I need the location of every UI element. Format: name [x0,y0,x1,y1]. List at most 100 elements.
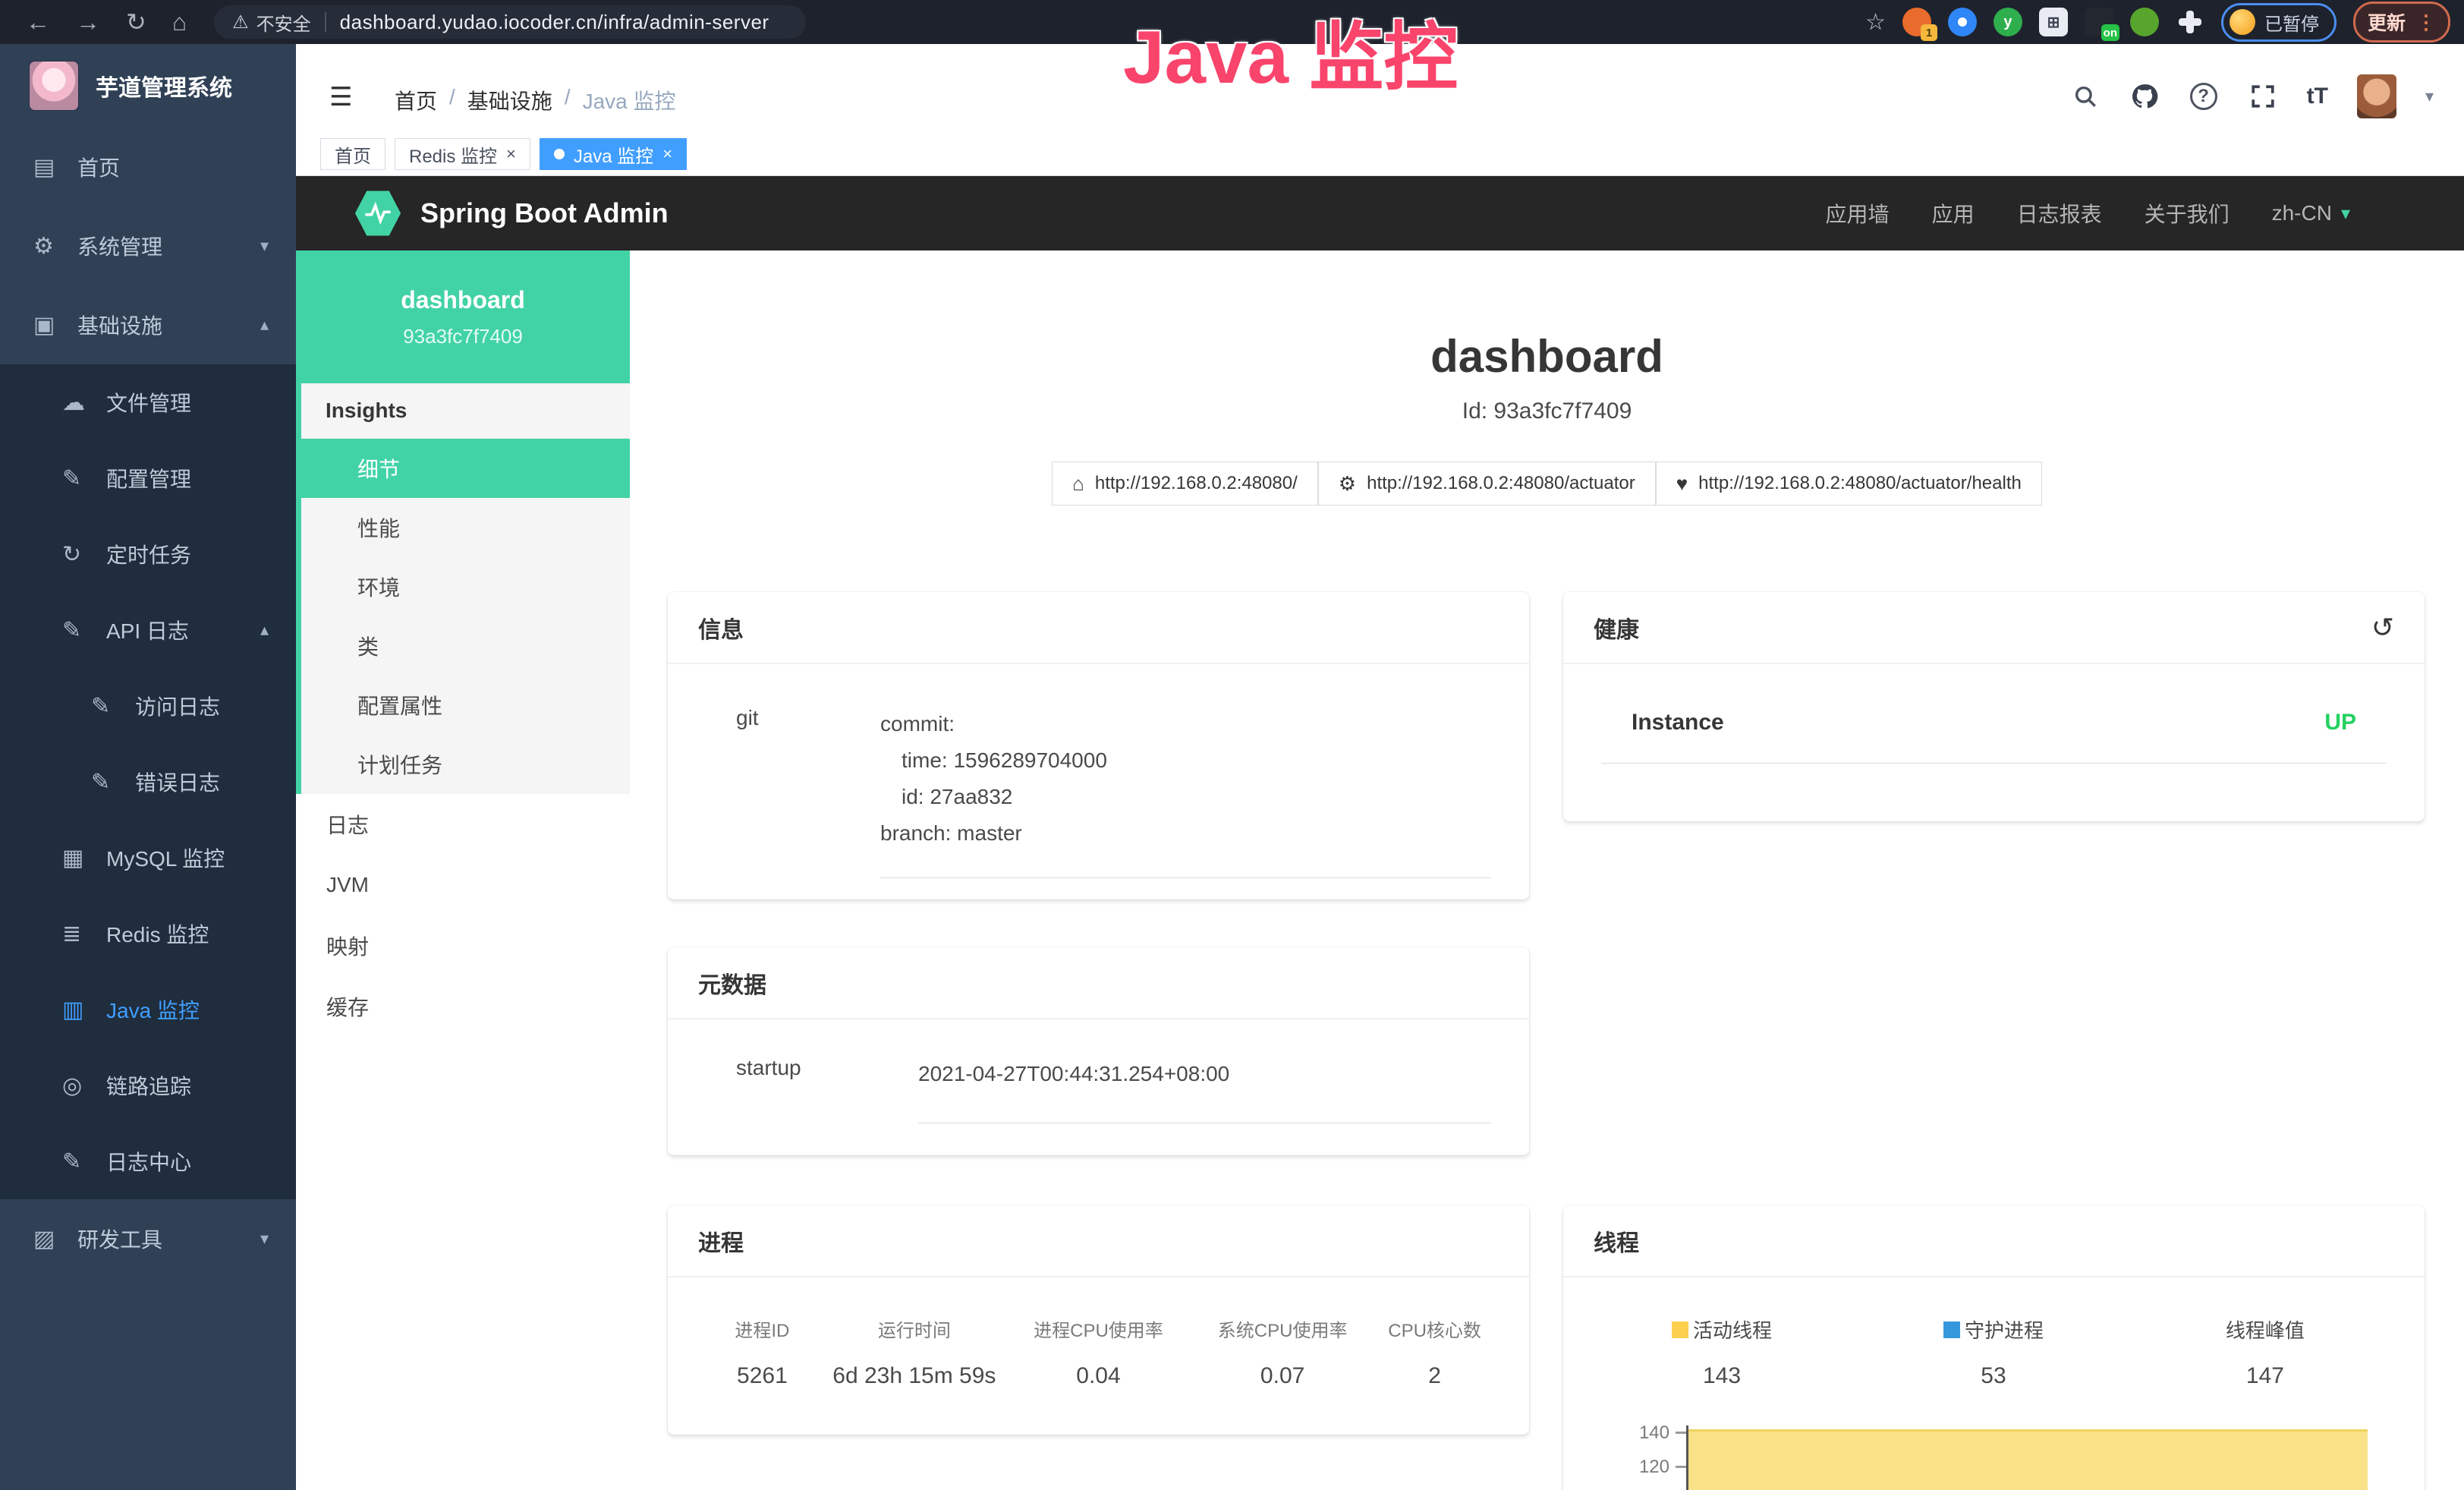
sidebar-item-apilog[interactable]: ✎ API 日志 ▴ [0,592,296,668]
legend-peak-threads[interactable]: 线程峰值 147 [2129,1315,2401,1389]
extension-y-icon[interactable]: y [1994,8,2022,36]
sba-menu-config-props[interactable]: 配置属性 [301,676,630,735]
extension-switch-icon[interactable]: on [2085,8,2113,36]
sba-brand-title[interactable]: Spring Boot Admin [420,197,669,229]
legend-daemon-threads[interactable]: 守护进程 53 [1858,1315,2129,1389]
tab-home[interactable]: 首页 [320,138,385,170]
sba-menu-environment[interactable]: 环境 [301,557,630,616]
sidebar-label: 基础设施 [77,310,162,340]
sidebar-item-file[interactable]: ☁ 文件管理 [0,364,296,440]
cloud-upload-icon: ☁ [62,389,96,416]
sidebar-label: Java 监控 [106,994,200,1025]
history-icon[interactable]: ↺ [2371,612,2394,644]
sidebar-item-logcenter[interactable]: ✎ 日志中心 [0,1123,296,1199]
avatar-caret-icon[interactable]: ▾ [2425,87,2434,106]
browser-menu-icon[interactable]: ⋮ [2416,11,2436,34]
sidebar-item-system[interactable]: ⚙ 系统管理 ▾ [0,206,296,285]
breadcrumb-infra[interactable]: 基础设施 [467,85,552,115]
browser-forward-icon[interactable]: → [76,10,100,34]
home-icon: ⌂ [1072,472,1084,496]
sba-insights-section: Insights 细节 性能 环境 类 配置属性 计划任务 [296,383,630,794]
sba-menu-details[interactable]: 细节 [301,439,630,498]
tab-java-monitor[interactable]: Java 监控 × [540,138,687,170]
tab-redis-monitor[interactable]: Redis 监控 × [395,138,530,170]
security-label[interactable]: 不安全 [256,9,311,36]
sidebar-label: 错误日志 [135,767,220,797]
sidebar-item-trace[interactable]: ◎ 链路追踪 [0,1047,296,1123]
chevron-down-icon: ▾ [260,1229,269,1249]
legend-label: 线程峰值 [2226,1315,2305,1344]
service-url-button[interactable]: ⌂ http://192.168.0.2:48080/ [1052,461,1318,506]
font-size-icon[interactable]: tT [2307,83,2328,109]
close-icon[interactable]: × [662,144,672,164]
sidebar-item-home[interactable]: ▤ 首页 [0,128,296,206]
close-icon[interactable]: × [506,144,516,164]
user-avatar[interactable] [2357,74,2396,118]
spring-boot-admin-logo-icon[interactable] [354,189,402,238]
metadata-card-title: 元数据 [698,966,766,1000]
sba-menu-caches[interactable]: 缓存 [296,976,630,1037]
sba-nav-applications[interactable]: 应用 [1932,198,1975,228]
sidebar-item-config[interactable]: ✎ 配置管理 [0,440,296,516]
extension-sprout-icon[interactable] [2130,8,2159,36]
sidebar-label: 链路追踪 [106,1070,191,1101]
extension-grid-icon[interactable]: ⊞ [2039,8,2068,36]
browser-reload-icon[interactable]: ↻ [126,10,146,34]
extension-orange-icon[interactable]: 1 [1902,8,1931,36]
threads-legend: 活动线程 143 守护进程 53 线程峰值 147 [1563,1277,2425,1389]
sidebar-item-accesslog[interactable]: ✎ 访问日志 [0,668,296,744]
extensions-puzzle-icon[interactable] [2176,8,2204,36]
help-icon[interactable]: ? [2189,81,2219,112]
git-id-line: id: 27aa832 [880,779,1491,815]
legend-live-threads[interactable]: 活动线程 143 [1586,1315,1858,1389]
browser-home-icon[interactable]: ⌂ [172,10,187,34]
chrome-update-button[interactable]: 更新 ⋮ [2353,2,2450,43]
profile-paused-pill[interactable]: 已暂停 [2221,3,2337,42]
info-card-header: 信息 [668,592,1529,664]
github-icon[interactable] [2129,81,2160,112]
sidebar-item-infra[interactable]: ▣ 基础设施 ▴ [0,285,296,364]
sba-nav-about[interactable]: 关于我们 [2145,198,2230,228]
breadcrumb-home[interactable]: 首页 [395,85,437,115]
service-url: http://192.168.0.2:48080/ [1095,473,1298,494]
git-commit-line: commit: [880,706,1491,742]
search-icon[interactable] [2070,81,2101,112]
sba-language-select[interactable]: zh-CN ▾ [2272,201,2350,225]
actuator-url-button[interactable]: ⚙ http://192.168.0.2:48080/actuator [1318,461,1656,506]
wrench-icon: ⚙ [1339,472,1356,496]
bookmark-star-icon[interactable]: ☆ [1865,9,1886,36]
sidebar-item-devtool[interactable]: ▨ 研发工具 ▾ [0,1199,296,1278]
extension-pin-icon[interactable] [1948,8,1977,36]
log-edit-icon: ✎ [91,769,124,795]
infra-submenu: ☁ 文件管理 ✎ 配置管理 ↻ 定时任务 ✎ API 日志 ▴ ✎ 访问日志 ✎ [0,364,296,1199]
sba-menu-logs[interactable]: 日志 [296,794,630,855]
sidebar-item-mysql[interactable]: ▦ MySQL 监控 [0,820,296,896]
address-bar[interactable]: ⚠ 不安全 dashboard.yudao.iocoder.cn/infra/a… [214,5,806,39]
process-uptime-value: 6d 23h 15m 59s [826,1363,1002,1389]
sba-menu-mappings[interactable]: 映射 [296,915,630,976]
tab-label: 首页 [335,141,371,168]
sidebar-item-errorlog[interactable]: ✎ 错误日志 [0,744,296,820]
sba-menu-metrics[interactable]: 性能 [301,498,630,557]
active-dot-icon [554,149,565,159]
sba-instance-block[interactable]: dashboard 93a3fc7f7409 [296,250,630,383]
sidebar-toggle-icon[interactable]: ☰ [329,82,352,112]
sidebar-item-job[interactable]: ↻ 定时任务 [0,516,296,592]
sba-menu-scheduled-tasks[interactable]: 计划任务 [301,735,630,794]
info-card-title: 信息 [698,611,744,644]
info-git-row: git commit: time: 1596289704000 id: 27aa… [668,664,1529,878]
fullscreen-icon[interactable] [2248,81,2278,112]
browser-back-icon[interactable]: ← [26,10,50,34]
page-url[interactable]: dashboard.yudao.iocoder.cn/infra/admin-s… [340,11,769,34]
sba-menu-jvm[interactable]: JVM [296,855,630,915]
sba-menu-classes[interactable]: 类 [301,616,630,676]
sba-nav-wallboard[interactable]: 应用墙 [1826,198,1890,228]
sidebar-item-redis[interactable]: ≣ Redis 监控 [0,896,296,972]
sba-nav-journal[interactable]: 日志报表 [2017,198,2102,228]
health-url-button[interactable]: ♥ http://192.168.0.2:48080/actuator/heal… [1656,461,2042,506]
git-time-line: time: 1596289704000 [880,742,1491,779]
tag-view-bar: 首页 Redis 监控 × Java 监控 × [296,133,2464,176]
sidebar-item-java[interactable]: ▥ Java 监控 [0,972,296,1047]
app-logo-row[interactable]: 芋道管理系统 [0,44,296,128]
sidebar-label: 配置管理 [106,463,191,493]
